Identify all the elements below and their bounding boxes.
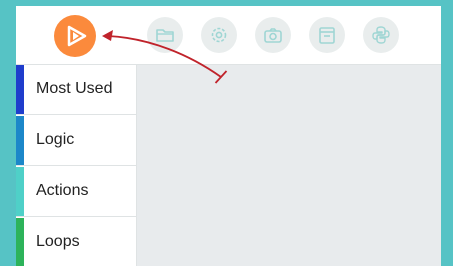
- gear-icon: [211, 27, 227, 43]
- python-icon: [372, 26, 390, 44]
- category-label: Loops: [36, 233, 80, 250]
- category-actions[interactable]: Actions: [16, 167, 136, 217]
- folder-icon: [156, 29, 174, 42]
- camera-button[interactable]: [255, 17, 291, 53]
- settings-button[interactable]: [201, 17, 237, 53]
- app-window: Most Used Logic Actions Loops: [16, 6, 441, 266]
- category-sidebar: Most Used Logic Actions Loops: [16, 65, 137, 266]
- category-loops[interactable]: Loops: [16, 218, 136, 266]
- category-color-stripe: [16, 65, 24, 114]
- archive-button[interactable]: [309, 17, 345, 53]
- top-toolbar: [16, 6, 441, 65]
- category-label: Actions: [36, 182, 89, 199]
- app-logo-button[interactable]: [54, 15, 96, 57]
- category-color-stripe: [16, 218, 24, 266]
- category-color-stripe: [16, 167, 24, 216]
- play-logo-icon: [67, 25, 87, 47]
- category-logic[interactable]: Logic: [16, 116, 136, 166]
- category-label: Most Used: [36, 80, 113, 97]
- python-button[interactable]: [363, 17, 399, 53]
- category-most-used[interactable]: Most Used: [16, 65, 136, 115]
- archive-icon: [319, 27, 335, 44]
- category-label: Logic: [36, 131, 75, 148]
- camera-icon: [264, 28, 282, 43]
- blocks-workspace[interactable]: [137, 65, 441, 266]
- category-color-stripe: [16, 116, 24, 165]
- open-folder-button[interactable]: [147, 17, 183, 53]
